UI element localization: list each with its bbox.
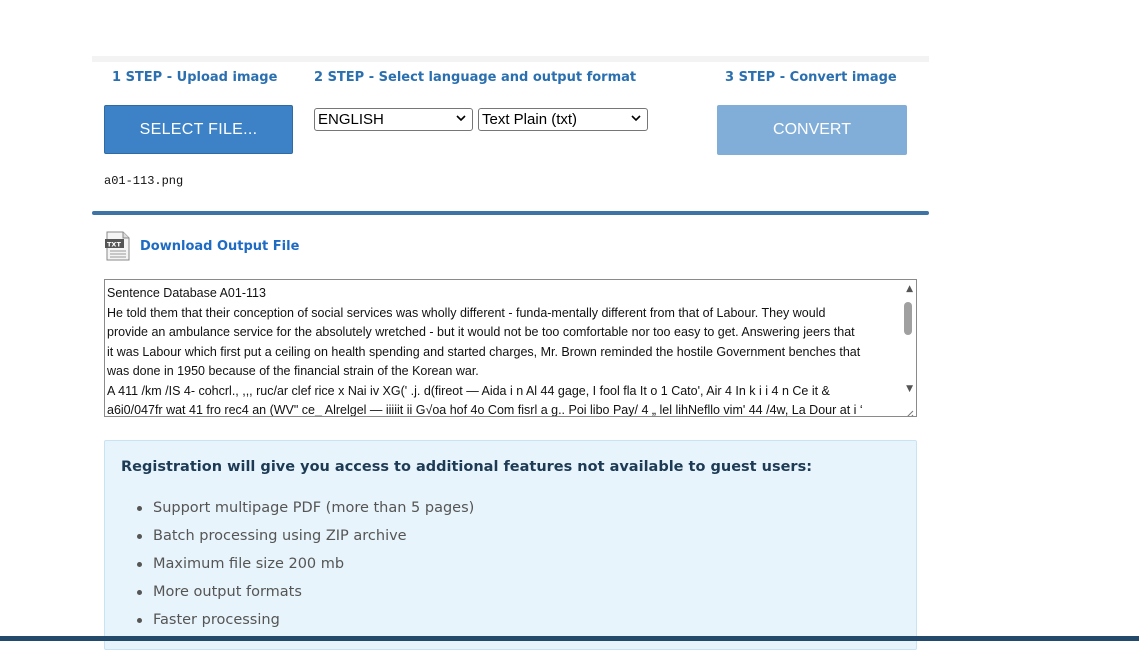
convert-button[interactable]: CONVERT <box>717 105 907 155</box>
chevron-down-icon <box>630 112 642 127</box>
feature-list-item: Faster processing <box>136 609 474 637</box>
registration-title: Registration will give you access to add… <box>121 459 813 475</box>
language-select[interactable]: ENGLISH <box>314 108 473 131</box>
select-file-button[interactable]: SELECT FILE... <box>104 105 293 154</box>
output-text-line: A 411 /km /IS 4- cohcrl., ,,, ruc/ar cle… <box>107 383 830 398</box>
selected-filename: a01-113.png <box>104 174 184 188</box>
output-text-line: He told them that their conception of so… <box>107 305 826 320</box>
language-select-value: ENGLISH <box>318 111 384 128</box>
output-format-select-value: Text Plain (txt) <box>482 111 578 128</box>
output-text-line: was done in 1950 because of the financia… <box>107 364 479 378</box>
section-divider <box>92 211 929 215</box>
output-text-line: a6i0/047fr wat 41 fro rec4 an (WV" ce_ A… <box>107 403 863 417</box>
svg-text:TXT: TXT <box>107 241 121 249</box>
top-divider <box>92 56 929 62</box>
txt-file-icon[interactable]: TXT <box>104 231 132 261</box>
feature-list-item: More output formats <box>136 581 474 609</box>
registration-info-box: Registration will give you access to add… <box>104 440 917 650</box>
output-text-line: Sentence Database A01-113 <box>107 286 266 300</box>
download-output-link[interactable]: Download Output File <box>140 239 299 254</box>
feature-list-item: Support multipage PDF (more than 5 pages… <box>136 497 474 525</box>
resize-handle-icon[interactable] <box>904 404 914 416</box>
scrollbar[interactable]: ▲ ▼ <box>901 280 916 416</box>
output-format-select[interactable]: Text Plain (txt) <box>478 108 648 131</box>
output-text-line: provide an ambulance service for the abs… <box>107 325 855 339</box>
output-text-line: it was Labour which first put a ceiling … <box>107 344 861 359</box>
output-text-content: Sentence Database A01-113 He told them th… <box>107 284 897 417</box>
scroll-up-arrow-icon[interactable]: ▲ <box>906 284 913 294</box>
feature-list-item: Maximum file size 200 mb <box>136 553 474 581</box>
step-2-heading: 2 STEP - Select language and output form… <box>314 70 637 85</box>
step-3-heading: 3 STEP - Convert image <box>725 70 897 85</box>
chevron-down-icon <box>455 112 467 127</box>
step-1-heading: 1 STEP - Upload image <box>112 70 278 85</box>
scroll-down-arrow-icon[interactable]: ▼ <box>906 384 913 394</box>
bottom-bar <box>0 636 1139 641</box>
feature-list-item: Batch processing using ZIP archive <box>136 525 474 553</box>
output-text-area[interactable]: Sentence Database A01-113 He told them th… <box>104 279 917 417</box>
scrollbar-thumb[interactable] <box>904 302 912 335</box>
feature-list: Support multipage PDF (more than 5 pages… <box>121 497 474 637</box>
